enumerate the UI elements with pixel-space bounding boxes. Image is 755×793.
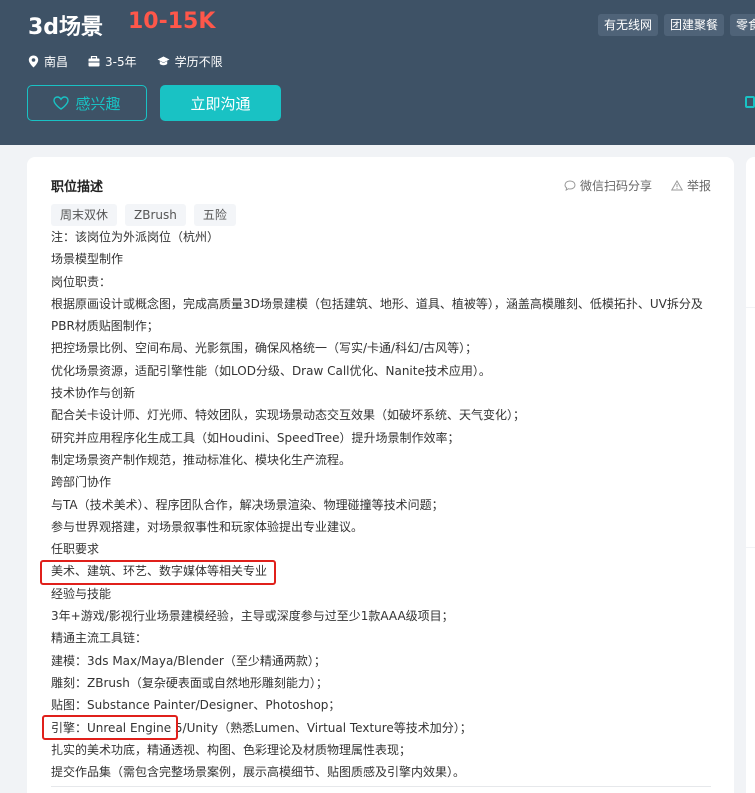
description-line: 扎实的美术功底，精通透视、构图、色彩理论及材质物理属性表现； <box>51 742 412 757</box>
interest-button-label: 感兴趣 <box>75 94 121 113</box>
skill-tag: 周末双休 <box>51 204 118 226</box>
warning-icon <box>671 180 683 191</box>
description-line: 3年+游戏/影视行业场景建模经验，主导或深度参与过至少1款AAA级项目； <box>51 609 454 624</box>
perk-tags: 有无线网 团建聚餐 零食 <box>598 14 755 36</box>
description-line: 跨部门协作 <box>51 475 112 490</box>
perk-tag: 零食 <box>730 14 755 36</box>
description-line: 技术协作与创新 <box>51 386 136 401</box>
graduation-cap-icon <box>157 56 170 66</box>
description-line: 场景模型制作 <box>51 252 124 267</box>
education: 学历不限 <box>157 53 223 70</box>
perk-tag: 团建聚餐 <box>664 14 725 36</box>
description-line: 配合关卡设计师、灯光师、特效团队，实现场景动态交互效果（如破坏系统、天气变化）； <box>51 408 526 423</box>
description-line: 与TA（技术美术）、程序团队合作，解决场景渲染、物理碰撞等技术问题； <box>51 497 444 512</box>
description-line: 注：该岗位为外派岗位（杭州） <box>51 230 220 244</box>
description-line: 根据原画设计或概念图，完成高质量3D场景建模（包括建筑、地形、道具、植被等），涵… <box>51 296 703 311</box>
section-title: 职位描述 <box>51 180 104 195</box>
description-line: PBR材质贴图制作； <box>51 319 159 334</box>
description-line: 岗位职责： <box>51 274 112 289</box>
job-meta: 南昌 3-5年 学历不限 <box>28 53 243 70</box>
description-line: 建模：3ds Max/Maya/Blender（至少精通两款）； <box>51 653 326 668</box>
skill-tag: ZBrush <box>125 204 186 226</box>
highlight-box-engine <box>42 715 178 740</box>
description-line: 雕刻：ZBrush（复杂硬表面或自然地形雕刻能力）； <box>51 675 328 690</box>
interest-button[interactable]: 感兴趣 <box>27 85 147 121</box>
side-panel <box>746 157 755 793</box>
chat-bubble-icon <box>564 180 576 191</box>
description-line: 研究并应用程序化生成工具（如Houdini、SpeedTree）提升场景制作效率… <box>51 430 460 445</box>
briefcase-icon <box>88 56 100 67</box>
report-label: 举报 <box>687 179 712 193</box>
report-link[interactable]: 举报 <box>671 177 711 194</box>
description-line: 把控场景比例、空间布局、光影氛围，确保风格统一（写实/卡通/科幻/古风等）； <box>51 341 478 356</box>
description-line: 制定场景资产制作规范，推动标准化、模块化生产流程。 <box>51 452 352 467</box>
skill-tag: 五险 <box>193 204 236 226</box>
heart-icon <box>53 96 70 110</box>
description-line: 优化场景资源，适配引擎性能（如LOD分级、Draw Call优化、Nanite技… <box>51 363 491 378</box>
experience-text: 3-5年 <box>105 55 137 69</box>
description-line: 提交作品集（需包含完整场景案例，展示高模细节、贴图质感及引擎内效果）。 <box>51 765 466 780</box>
description-line: 贴图：Substance Painter/Designer、Photoshop； <box>51 698 341 713</box>
divider <box>51 786 711 787</box>
highlight-box-major <box>40 560 276 585</box>
description-line: 任职要求 <box>51 542 100 557</box>
clipped-side-icon[interactable] <box>745 96 755 108</box>
share-wechat-link[interactable]: 微信扫码分享 <box>564 177 652 194</box>
description-line: 精通主流工具链： <box>51 631 148 646</box>
description-line: 经验与技能 <box>51 586 112 601</box>
chat-now-button[interactable]: 立即沟通 <box>160 85 281 121</box>
experience: 3-5年 <box>88 53 137 70</box>
skill-tags: 周末双休 ZBrush 五险 <box>51 204 236 226</box>
salary: 10-15K <box>128 9 216 34</box>
job-description-text: 注：该岗位为外派岗位（杭州） 场景模型制作 岗位职责： 根据原画设计或概念图，完… <box>51 226 716 783</box>
location-pin-icon <box>28 55 39 68</box>
location-text: 南昌 <box>44 55 69 69</box>
share-label: 微信扫码分享 <box>580 179 653 193</box>
education-text: 学历不限 <box>174 55 223 69</box>
job-title: 3d场景 <box>28 15 104 40</box>
description-line: 参与世界观搭建，对场景叙事性和玩家体验提出专业建议。 <box>51 519 364 534</box>
perk-tag: 有无线网 <box>598 14 659 36</box>
job-header: 3d场景 10-15K 有无线网 团建聚餐 零食 南昌 3-5年 学历不限 感兴… <box>0 0 755 145</box>
location: 南昌 <box>28 53 68 70</box>
